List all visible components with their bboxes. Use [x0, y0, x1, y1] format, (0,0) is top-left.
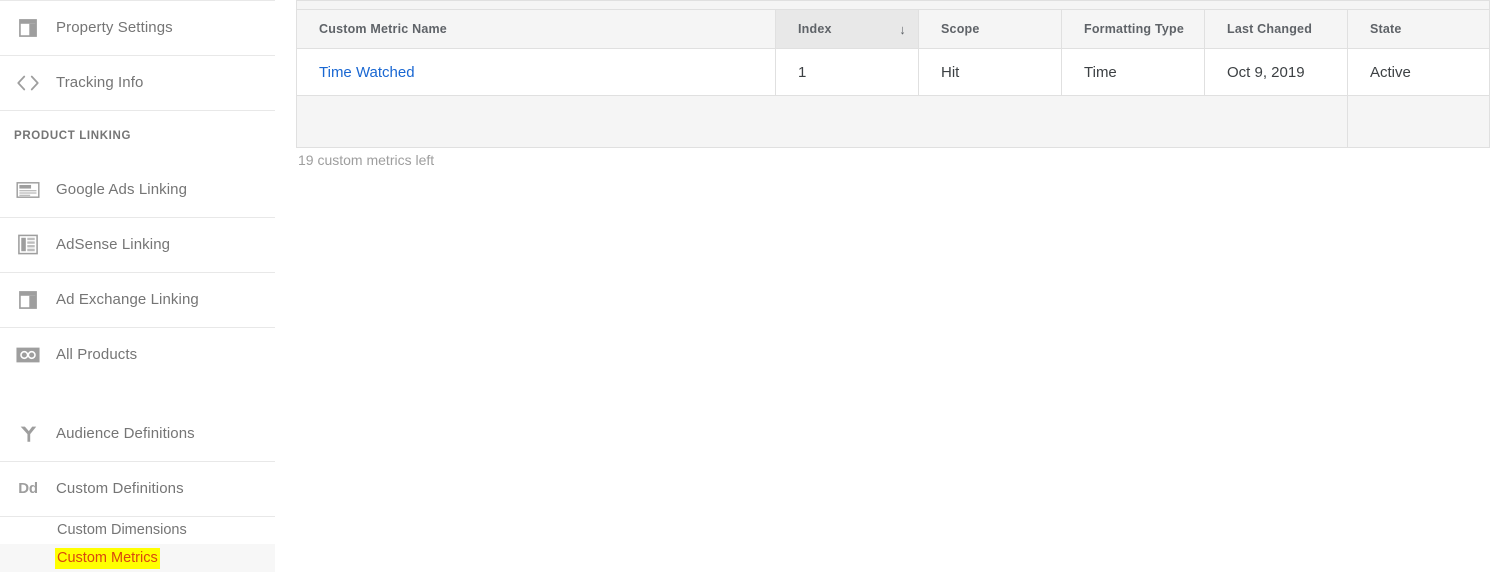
sidebar-item-label: Custom Definitions [56, 480, 184, 497]
adsense-icon [14, 231, 42, 259]
divider [0, 217, 275, 218]
column-header-last-changed[interactable]: Last Changed [1204, 9, 1348, 49]
sidebar-item-custom-metrics[interactable]: Custom Metrics [0, 544, 275, 572]
table-top-strip-cell [296, 0, 776, 10]
column-header-label: Custom Metric Name [319, 22, 447, 36]
sidebar-item-label: Audience Definitions [56, 425, 195, 442]
cell-custom-metric-name: Time Watched [296, 48, 776, 96]
sidebar-item-custom-definitions[interactable]: Dd Custom Definitions [0, 461, 296, 516]
ad-exchange-icon [14, 286, 42, 314]
table-footer-cell [296, 95, 1348, 148]
column-header-state[interactable]: State [1347, 9, 1490, 49]
sidebar-section-product-linking: PRODUCT LINKING [0, 110, 296, 162]
sidebar-item-label: Ad Exchange Linking [56, 291, 199, 308]
cell-index: 1 [775, 48, 919, 96]
cell-last-changed: Oct 9, 2019 [1204, 48, 1348, 96]
table-top-strip-cell [1347, 0, 1490, 10]
all-products-link-icon [14, 341, 42, 369]
cell-state: Active [1347, 48, 1490, 96]
sidebar-item-tracking-info[interactable]: Tracking Info [0, 55, 296, 110]
google-ads-icon [14, 176, 42, 204]
divider [0, 516, 275, 517]
table-top-strip-cell [1061, 0, 1205, 10]
audience-fork-icon [14, 420, 42, 448]
table-top-strip-cell [1204, 0, 1348, 10]
custom-metric-name-link[interactable]: Time Watched [319, 64, 415, 81]
divider [0, 461, 275, 462]
sidebar-item-all-products[interactable]: All Products [0, 327, 296, 382]
sidebar-item-property-settings[interactable]: Property Settings [0, 0, 296, 55]
divider [0, 0, 275, 1]
column-header-formatting-type[interactable]: Formatting Type [1061, 9, 1205, 49]
column-header-label: Last Changed [1227, 22, 1313, 36]
custom-metrics-remaining-caption: 19 custom metrics left [298, 152, 435, 168]
column-header-index[interactable]: Index ↓ [775, 9, 919, 49]
column-header-scope[interactable]: Scope [918, 9, 1062, 49]
divider [0, 110, 275, 111]
sidebar-item-adsense-linking[interactable]: AdSense Linking [0, 217, 296, 272]
sidebar-item-label: All Products [56, 346, 138, 363]
settings-sidebar: Property Settings Tracking Info PRODUCT … [0, 0, 296, 572]
property-settings-icon [14, 14, 42, 42]
sidebar-section-title: PRODUCT LINKING [14, 130, 132, 142]
cell-formatting-type: Time [1061, 48, 1205, 96]
sidebar-item-audience-definitions[interactable]: Audience Definitions [0, 406, 296, 461]
table-header-row: Custom Metric Name Index ↓ Scope Formatt… [296, 9, 1490, 49]
sidebar-item-ad-exchange-linking[interactable]: Ad Exchange Linking [0, 272, 296, 327]
cell-scope: Hit [918, 48, 1062, 96]
dd-icon: Dd [14, 475, 42, 503]
sidebar-item-label: Google Ads Linking [56, 181, 188, 198]
divider [0, 327, 275, 328]
table-footer-cell [1347, 95, 1490, 148]
divider [0, 55, 275, 56]
table-row: Time Watched 1 Hit Time Oct 9, 2019 Acti… [296, 48, 1490, 96]
table-top-strip [296, 0, 1490, 10]
column-header-label: State [1370, 22, 1402, 36]
column-header-custom-metric-name[interactable]: Custom Metric Name [296, 9, 776, 49]
sidebar-subitem-label: Custom Dimensions [57, 522, 187, 538]
sidebar-subitem-label: Custom Metrics [55, 547, 160, 569]
sidebar-item-label: Property Settings [56, 19, 173, 36]
sidebar-item-label: Tracking Info [56, 74, 144, 91]
custom-metrics-table-wrap: Custom Metric Name Index ↓ Scope Formatt… [296, 0, 1490, 168]
table-top-strip-cell [775, 0, 919, 10]
divider [0, 272, 275, 273]
column-header-label: Formatting Type [1084, 22, 1184, 36]
custom-metrics-table: Custom Metric Name Index ↓ Scope Formatt… [296, 0, 1490, 148]
code-brackets-icon [14, 69, 42, 97]
column-header-label: Index [798, 22, 832, 36]
table-footer-row [296, 95, 1490, 148]
sidebar-item-google-ads-linking[interactable]: Google Ads Linking [0, 162, 296, 217]
dd-icon-text: Dd [18, 480, 38, 497]
sort-descending-icon: ↓ [899, 21, 906, 37]
column-header-label: Scope [941, 22, 980, 36]
sidebar-item-label: AdSense Linking [56, 236, 171, 253]
table-top-strip-cell [918, 0, 1062, 10]
sidebar-item-custom-dimensions[interactable]: Custom Dimensions [0, 516, 296, 544]
